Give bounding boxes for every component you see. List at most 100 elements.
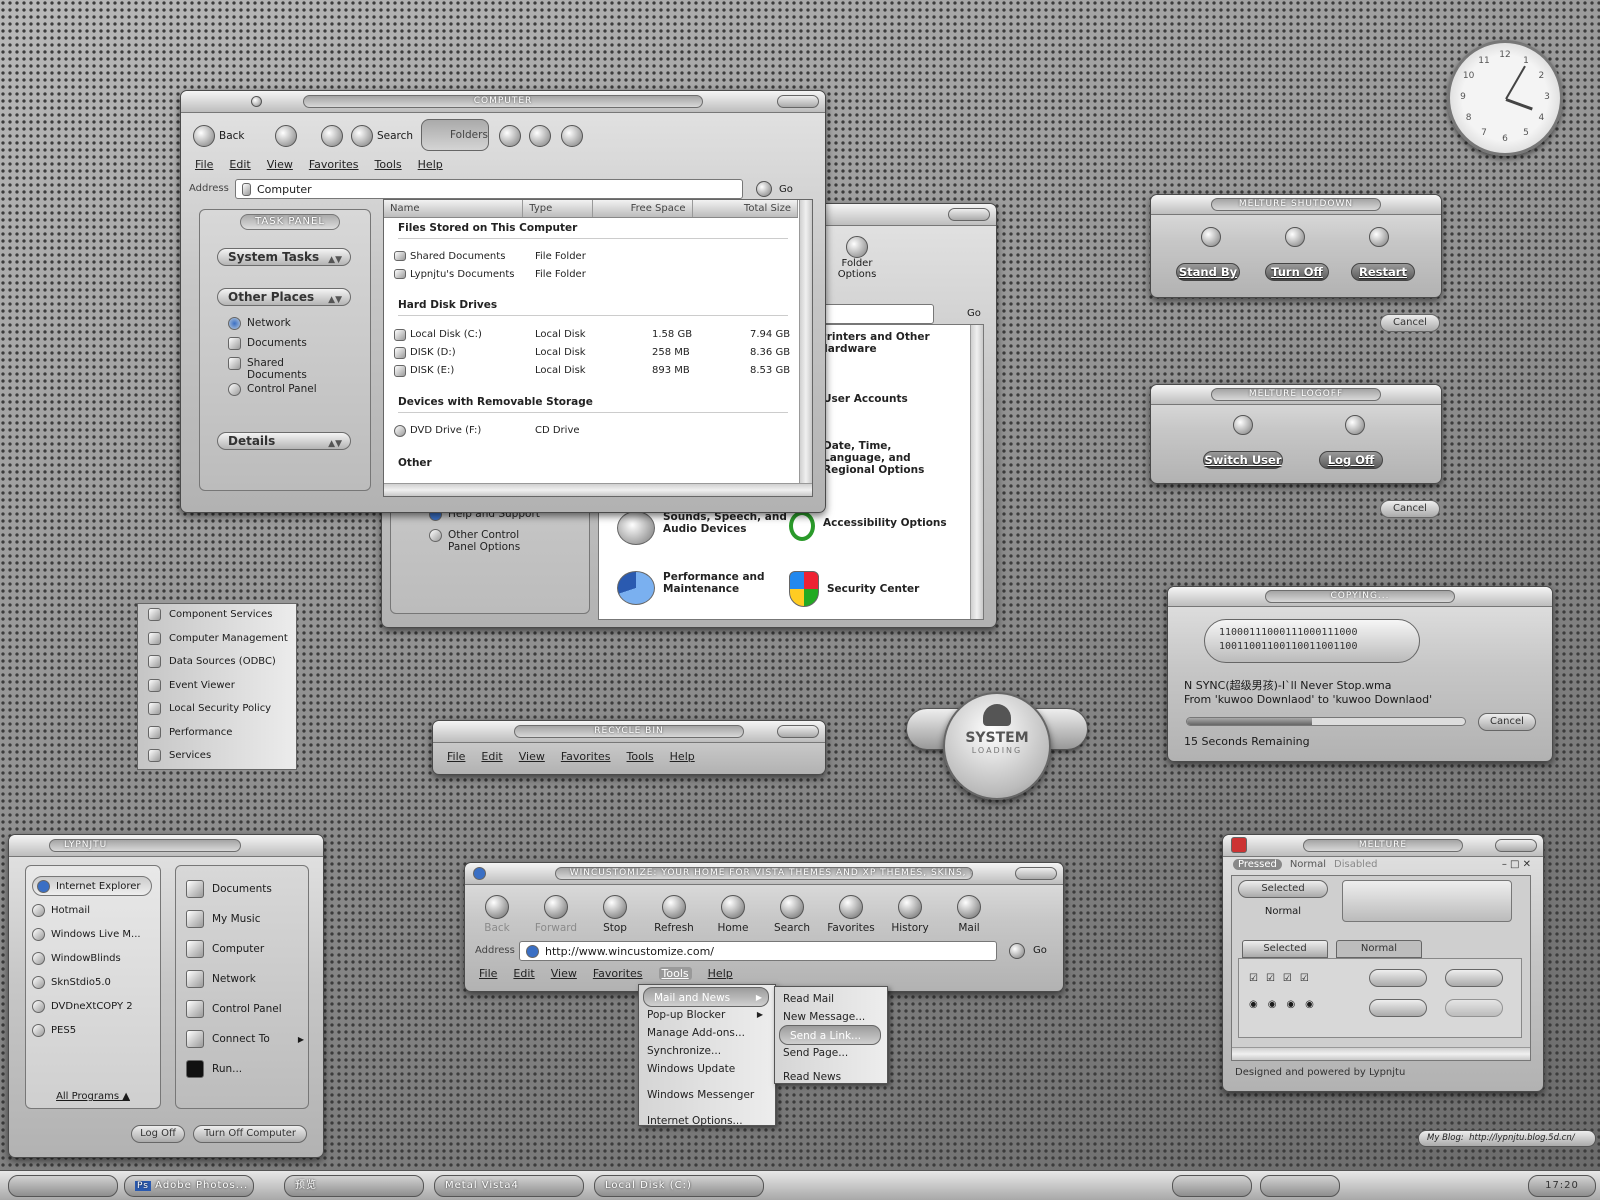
ie-toolbar-search-button[interactable]: Search: [768, 895, 816, 934]
system-tray-clock[interactable]: 17:20: [1528, 1175, 1596, 1197]
control-panel-go[interactable]: Go: [967, 308, 981, 319]
menu-tools[interactable]: Tools: [375, 158, 402, 171]
switch-user-button[interactable]: Switch User: [1203, 451, 1283, 469]
table-row[interactable]: Local Disk (C:) Local Disk 1.58 GB 7.94 GB: [390, 328, 798, 344]
start-place-item[interactable]: Computer: [186, 940, 304, 958]
ie-address-field[interactable]: http://www.wincustomize.com/: [519, 941, 997, 961]
power-off-icon[interactable]: [1285, 227, 1305, 247]
menu-view[interactable]: View: [519, 750, 545, 763]
folders-button[interactable]: Folders: [421, 119, 489, 151]
tools-menu-item[interactable]: Mail and News ▶: [643, 987, 769, 1007]
start-program-item[interactable]: DVDneXtCOPY 2: [32, 996, 152, 1016]
log-off-button[interactable]: Log Off: [1319, 451, 1383, 469]
forward-arrow-icon[interactable]: [275, 125, 297, 147]
taskbar-item[interactable]: 预览: [284, 1175, 424, 1197]
sample-button[interactable]: [1445, 999, 1503, 1017]
taskbar-item[interactable]: Ps Adobe Photos...: [124, 1175, 254, 1197]
switch-user-icon[interactable]: [1233, 415, 1253, 435]
blog-url[interactable]: http://lypnjtu.blog.5d.cn/: [1469, 1133, 1574, 1143]
checkbox-row[interactable]: ☑☑☑☑: [1249, 973, 1317, 984]
ie-toolbar-refresh-button[interactable]: Refresh: [650, 895, 698, 934]
log-off-button[interactable]: Log Off: [131, 1125, 185, 1143]
mail-menu-item[interactable]: Send a Link...: [779, 1025, 881, 1045]
go-arrow-icon[interactable]: [756, 181, 772, 197]
cp-sounds[interactable]: Sounds, Speech, and Audio Devices: [617, 511, 792, 545]
lock-icon[interactable]: [1345, 415, 1365, 435]
menu-view[interactable]: View: [551, 967, 577, 980]
search-icon[interactable]: [351, 125, 373, 147]
menu-favorites[interactable]: Favorites: [309, 158, 359, 171]
table-row[interactable]: DISK (D:) Local Disk 258 MB 8.36 GB: [390, 346, 798, 362]
tab-normal[interactable]: Normal: [1290, 859, 1326, 870]
place-shared-documents[interactable]: Shared Documents: [228, 357, 318, 381]
melture-hscroll[interactable]: [1232, 1047, 1530, 1060]
tab-selected[interactable]: Selected: [1242, 940, 1328, 958]
admin-menu-item[interactable]: Performance: [148, 725, 232, 739]
start-button[interactable]: [8, 1175, 118, 1197]
start-place-item[interactable]: Documents: [186, 880, 304, 898]
menu-tools[interactable]: Tools: [627, 750, 654, 763]
sample-button[interactable]: [1369, 999, 1427, 1017]
button-normal-label[interactable]: Normal: [1238, 906, 1328, 917]
sample-button[interactable]: [1445, 969, 1503, 987]
mail-menu-item[interactable]: Read News: [783, 1067, 881, 1087]
all-programs-button[interactable]: All Programs ▲: [26, 1091, 160, 1102]
tools-menu-item[interactable]: Windows Messenger: [647, 1085, 769, 1105]
col-type[interactable]: Type: [523, 200, 593, 217]
logoff-cancel-button[interactable]: Cancel: [1380, 500, 1440, 518]
standby-icon[interactable]: [1201, 227, 1221, 247]
mail-menu-item[interactable]: Send Page...: [783, 1043, 881, 1063]
copy-cancel-button[interactable]: Cancel: [1478, 713, 1536, 731]
tools-menu-item[interactable]: Pop-up Blocker ▶: [647, 1005, 769, 1025]
taskbar-item[interactable]: Local Disk (C:): [594, 1175, 764, 1197]
admin-menu-item[interactable]: Computer Management: [148, 631, 288, 645]
col-name[interactable]: Name: [384, 200, 524, 217]
menu-favorites[interactable]: Favorites: [593, 967, 643, 980]
taskbar-item[interactable]: [1172, 1175, 1252, 1197]
menu-edit[interactable]: Edit: [229, 158, 250, 171]
table-row[interactable]: Lypnjtu's Documents File Folder: [390, 268, 798, 284]
file-list-hscroll[interactable]: [384, 483, 812, 496]
start-program-item[interactable]: Hotmail: [32, 900, 152, 920]
window-controls[interactable]: [948, 208, 990, 221]
place-network[interactable]: Network: [228, 317, 291, 330]
search-label[interactable]: Search: [377, 130, 413, 142]
address-field[interactable]: Computer: [235, 179, 743, 199]
col-total-size[interactable]: Total Size: [693, 200, 798, 217]
tab-normal[interactable]: Normal: [1336, 940, 1422, 958]
menu-edit[interactable]: Edit: [513, 967, 534, 980]
cp-printers[interactable]: Printers and Other Hardware: [819, 331, 959, 355]
control-panel-address[interactable]: [812, 304, 934, 324]
mail-menu-item[interactable]: Read Mail: [783, 989, 881, 1009]
menu-help[interactable]: Help: [670, 750, 695, 763]
menu-favorites[interactable]: Favorites: [561, 750, 611, 763]
start-program-item[interactable]: WindowBlinds: [32, 948, 152, 968]
start-place-item[interactable]: Run...: [186, 1060, 304, 1078]
admin-menu-item[interactable]: Local Security Policy: [148, 702, 271, 715]
start-program-item[interactable]: SknStdio5.0: [32, 972, 152, 992]
place-control-panel[interactable]: Control Panel: [228, 383, 317, 396]
copy-to-icon[interactable]: [529, 125, 551, 147]
tools-menu-item[interactable]: Manage Add-ons...: [647, 1023, 769, 1043]
system-tasks-button[interactable]: System Tasks ▲▼: [217, 248, 351, 266]
tab-disabled[interactable]: Disabled: [1334, 859, 1377, 870]
tools-menu-item[interactable]: Internet Options...: [647, 1111, 769, 1131]
cp-performance[interactable]: Performance and Maintenance: [617, 571, 792, 605]
ie-toolbar-mail-button[interactable]: Mail: [945, 895, 993, 934]
restart-button[interactable]: Restart: [1351, 263, 1415, 281]
start-program-item[interactable]: Internet Explorer: [32, 876, 152, 896]
start-place-item[interactable]: My Music: [186, 910, 304, 928]
restart-icon[interactable]: [1369, 227, 1389, 247]
ie-toolbar-forward-button[interactable]: Forward: [532, 895, 580, 934]
back-label[interactable]: Back: [219, 130, 245, 142]
mail-menu-item[interactable]: New Message...: [783, 1007, 881, 1027]
text-area[interactable]: [1342, 880, 1512, 922]
up-folder-icon[interactable]: [321, 125, 343, 147]
window-controls[interactable]: [1495, 839, 1537, 852]
ie-toolbar-home-button[interactable]: Home: [709, 895, 757, 934]
window-controls[interactable]: [777, 95, 819, 108]
place-documents[interactable]: Documents: [228, 337, 307, 350]
details-button[interactable]: Details ▲▼: [217, 432, 351, 450]
menu-edit[interactable]: Edit: [481, 750, 502, 763]
ie-toolbar-back-button[interactable]: Back: [473, 895, 521, 934]
